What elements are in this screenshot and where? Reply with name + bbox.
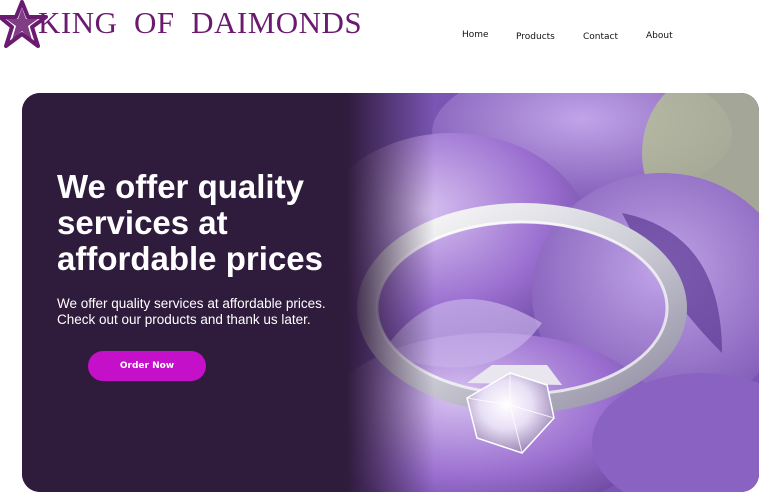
order-now-button[interactable]: Order Now xyxy=(88,351,206,381)
hero-subtitle: We offer quality services at affordable … xyxy=(57,296,326,327)
nav-link-contact[interactable]: Contact xyxy=(583,32,618,42)
nav-link-about[interactable]: About xyxy=(646,31,673,41)
nav-link-home[interactable]: Home xyxy=(462,30,489,40)
main-nav: Home Products Contact About xyxy=(0,28,763,48)
diamond-ring-image xyxy=(22,93,759,492)
hero-title: We offer quality services at affordable … xyxy=(57,168,323,277)
hero-banner: We offer quality services at affordable … xyxy=(22,93,759,492)
nav-link-products[interactable]: Products xyxy=(516,32,555,42)
